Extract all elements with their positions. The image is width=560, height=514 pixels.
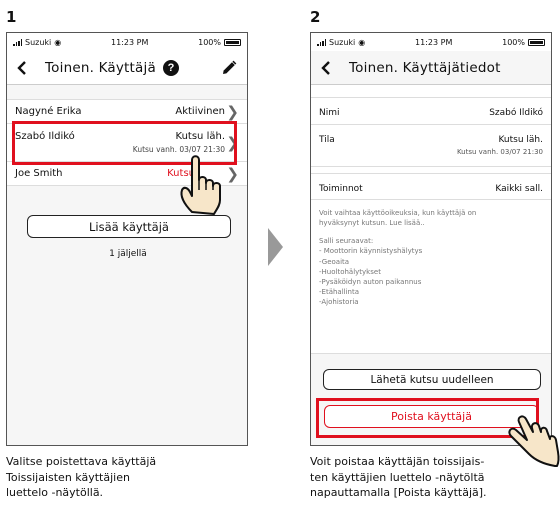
phone-screen-user-list: Suzuki ◉ 11:23 PM 100% Toinen. Käyttäjä … <box>6 32 248 446</box>
status-bar: Suzuki ◉ 11:23 PM 100% <box>7 33 247 51</box>
allowed-item: -Etähallinta <box>319 287 360 296</box>
back-icon[interactable] <box>321 58 341 78</box>
wifi-icon: ◉ <box>358 37 366 47</box>
carrier-label: Suzuki <box>329 37 356 47</box>
phone-screen-user-details: Suzuki ◉ 11:23 PM 100% Toinen. Käyttäjät… <box>310 32 552 446</box>
invite-expiry: Kutsu vanh. 03/07 21:30 <box>456 148 543 156</box>
nav-bar: Toinen. Käyttäjä ? <box>7 51 247 85</box>
step-2-number: 2 <box>310 8 321 26</box>
battery-icon <box>528 38 545 46</box>
allowed-item: - Moottorin käynnistyshälytys <box>319 247 423 256</box>
pointing-hand-icon <box>508 415 560 467</box>
allowed-list: - Moottorin käynnistyshälytys -Geoaita -… <box>319 246 543 307</box>
user-name: Joe Smith <box>15 168 63 179</box>
step-2-caption: Voit poistaa käyttäjän toissijais- ten k… <box>310 455 487 499</box>
status-row: Tila Kutsu läh. Kutsu vanh. 03/07 21:30 <box>311 125 551 167</box>
status-label: Tila <box>319 135 335 145</box>
add-user-button[interactable]: Lisää käyttäjä <box>27 215 231 238</box>
pencil-icon[interactable] <box>221 60 237 76</box>
step-1-caption: Valitse poistettava käyttäjä Toissijaist… <box>6 455 157 499</box>
status-bar: Suzuki ◉ 11:23 PM 100% <box>311 33 551 51</box>
step-1-number: 1 <box>6 8 17 26</box>
clock: 11:23 PM <box>111 37 149 47</box>
help-icon[interactable]: ? <box>162 59 179 76</box>
remaining-count: 1 jäljellä <box>109 249 147 259</box>
allowed-item: -Geoaita <box>319 257 350 266</box>
next-step-arrow <box>268 228 283 266</box>
actions-row[interactable]: Toiminnot Kaikki sall. <box>311 173 551 199</box>
name-value: Szabó Ildikó <box>489 108 543 118</box>
carrier-label: Suzuki <box>25 37 52 47</box>
chevron-right-icon: ❯ <box>226 164 239 183</box>
user-status: Aktiivinen <box>175 106 225 117</box>
user-details-panel: Nimi Szabó Ildikó Tila Kutsu läh. Kutsu … <box>311 97 551 316</box>
allowed-heading: Salli seuraavat: <box>319 237 374 246</box>
back-icon[interactable] <box>17 58 37 78</box>
battery-level: 100% <box>198 37 221 47</box>
actions-label: Toiminnot <box>319 184 363 194</box>
page-title: Toinen. Käyttäjätiedot <box>349 59 501 76</box>
nav-bar: Toinen. Käyttäjätiedot <box>311 51 551 85</box>
pointing-hand-icon <box>180 155 221 215</box>
battery-icon <box>224 38 241 46</box>
allowed-item: -Huoltohälytykset <box>319 267 381 276</box>
allowed-item: -Pysäköidyn auton paikannus <box>319 277 422 286</box>
battery-level: 100% <box>502 37 525 47</box>
page-title: Toinen. Käyttäjä <box>45 59 156 76</box>
allowed-item: -Ajohistoria <box>319 298 359 307</box>
status-value: Kutsu läh. <box>498 135 543 145</box>
actions-value: Kaikki sall. <box>495 184 543 194</box>
name-row: Nimi Szabó Ildikó <box>311 97 551 125</box>
signal-icon <box>317 38 326 46</box>
permissions-note: Voit vaihtaa käyttöoikeuksia, kun käyttä… <box>319 209 477 228</box>
user-name: Nagyné Erika <box>15 106 82 117</box>
chevron-right-icon: ❯ <box>226 102 239 121</box>
signal-icon <box>13 38 22 46</box>
wifi-icon: ◉ <box>54 37 62 47</box>
resend-invite-button[interactable]: Lähetä kutsu uudelleen <box>323 369 541 390</box>
clock: 11:23 PM <box>415 37 453 47</box>
permissions-info: Voit vaihtaa käyttöoikeuksia, kun käyttä… <box>311 199 551 316</box>
name-label: Nimi <box>319 108 340 118</box>
